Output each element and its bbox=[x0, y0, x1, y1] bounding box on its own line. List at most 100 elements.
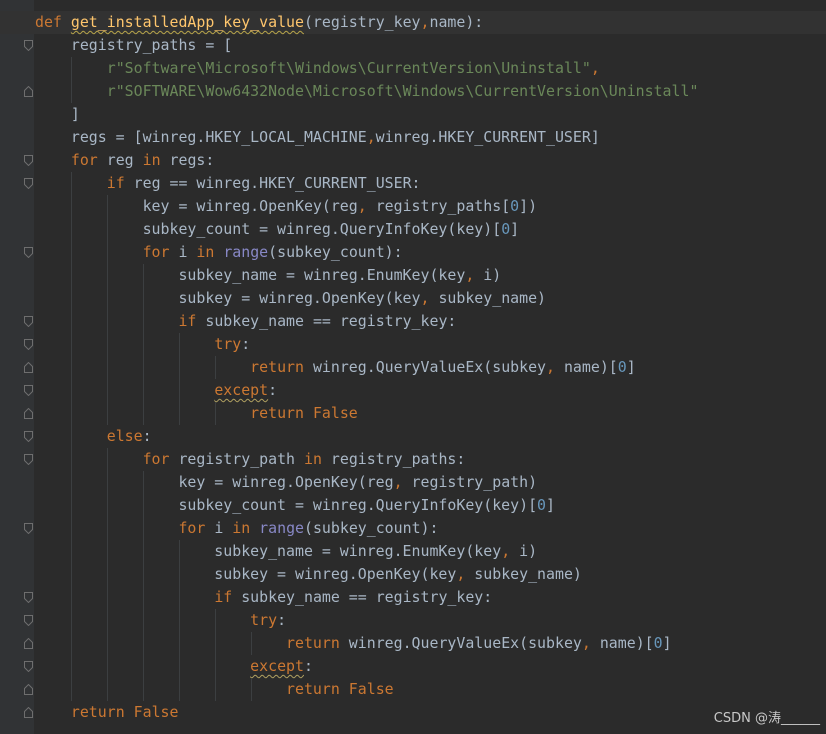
code-token: 0 bbox=[510, 197, 520, 215]
code-line[interactable]: subkey_name = winreg.EnumKey(key, i) bbox=[0, 264, 826, 287]
code-token: return bbox=[286, 634, 349, 652]
code-line[interactable]: return winreg.QueryValueEx(subkey, name)… bbox=[0, 632, 826, 655]
code-token: if bbox=[178, 312, 206, 330]
code-token: try bbox=[214, 335, 242, 353]
code-token: registry_path bbox=[178, 450, 304, 468]
code-token: for bbox=[142, 243, 179, 261]
code-token: reg == winreg.HKEY_CURRENT_USER: bbox=[133, 174, 421, 192]
code-token: , bbox=[393, 473, 412, 491]
code-line[interactable]: else: bbox=[0, 425, 826, 448]
code-token: 0 bbox=[617, 358, 627, 376]
code-token: regs = [winreg.HKEY_LOCAL_MACHINE bbox=[35, 128, 367, 146]
code-token: : bbox=[303, 657, 313, 675]
code-token: : bbox=[268, 381, 278, 399]
code-token: registry_paths[ bbox=[375, 197, 511, 215]
code-text: subkey = winreg.OpenKey(key, subkey_name… bbox=[35, 563, 582, 586]
code-token: ] bbox=[546, 496, 555, 514]
code-line[interactable]: return False bbox=[0, 678, 826, 701]
code-token: registry_paths = [ bbox=[35, 36, 233, 54]
code-token: key = winreg.OpenKey(reg bbox=[35, 197, 358, 215]
code-line[interactable]: regs = [winreg.HKEY_LOCAL_MACHINE,winreg… bbox=[0, 126, 826, 149]
code-token: ] bbox=[35, 105, 80, 123]
code-token: i bbox=[178, 243, 197, 261]
code-line[interactable]: def get_installedApp_key_value(registry_… bbox=[0, 11, 826, 34]
code-text: def get_installedApp_key_value(registry_… bbox=[35, 11, 483, 34]
code-line[interactable]: r"SOFTWARE\Wow6432Node\Microsoft\Windows… bbox=[0, 80, 826, 103]
code-token: subkey_name = winreg.EnumKey(key bbox=[35, 266, 466, 284]
code-line[interactable]: subkey_count = winreg.QueryInfoKey(key)[… bbox=[0, 494, 826, 517]
code-token: subkey_count = winreg.QueryInfoKey(key)[ bbox=[35, 496, 538, 514]
code-text: subkey_count = winreg.QueryInfoKey(key)[… bbox=[35, 494, 555, 517]
code-line[interactable]: subkey_name = winreg.EnumKey(key, i) bbox=[0, 540, 826, 563]
code-token: , bbox=[456, 565, 475, 583]
code-token: , bbox=[546, 358, 564, 376]
code-line[interactable]: return winreg.QueryValueEx(subkey, name)… bbox=[0, 356, 826, 379]
code-token: name)[ bbox=[563, 358, 618, 376]
code-text: ] bbox=[35, 103, 80, 126]
code-line[interactable]: subkey = winreg.OpenKey(key, subkey_name… bbox=[0, 563, 826, 586]
code-line[interactable]: try: bbox=[0, 609, 826, 632]
code-token: else bbox=[106, 427, 143, 445]
code-area[interactable]: def get_installedApp_key_value(registry_… bbox=[0, 11, 826, 724]
code-token: key = winreg.OpenKey(reg bbox=[35, 473, 394, 491]
code-text: key = winreg.OpenKey(reg, registry_path) bbox=[35, 471, 537, 494]
code-text: return winreg.QueryValueEx(subkey, name)… bbox=[35, 356, 636, 379]
code-line[interactable]: except: bbox=[0, 655, 826, 678]
code-line[interactable]: subkey_count = winreg.QueryInfoKey(key)[… bbox=[0, 218, 826, 241]
code-token: ] bbox=[626, 358, 636, 376]
code-text: except: bbox=[35, 655, 313, 678]
code-token: subkey_name == registry_key: bbox=[241, 588, 493, 606]
code-token: (registry_key bbox=[303, 13, 421, 31]
code-token: return bbox=[250, 404, 313, 422]
code-text: try: bbox=[35, 609, 286, 632]
code-token: r"SOFTWARE\Wow6432Node\Microsoft\Windows… bbox=[106, 82, 699, 100]
code-line[interactable]: for i in range(subkey_count): bbox=[0, 241, 826, 264]
code-line[interactable]: key = winreg.OpenKey(reg, registry_paths… bbox=[0, 195, 826, 218]
code-line[interactable]: return False bbox=[0, 402, 826, 425]
code-line[interactable]: subkey = winreg.OpenKey(key, subkey_name… bbox=[0, 287, 826, 310]
code-line[interactable]: try: bbox=[0, 333, 826, 356]
code-token: , bbox=[357, 197, 376, 215]
code-token: winreg.HKEY_CURRENT_USER] bbox=[375, 128, 600, 146]
code-editor[interactable]: def get_installedApp_key_value(registry_… bbox=[0, 0, 826, 734]
code-token: in bbox=[142, 151, 170, 169]
code-token: r"Software\Microsoft\Windows\CurrentVers… bbox=[106, 59, 591, 77]
code-text: subkey = winreg.OpenKey(key, subkey_name… bbox=[35, 287, 546, 310]
code-line[interactable]: for registry_path in registry_paths: bbox=[0, 448, 826, 471]
code-token: try bbox=[250, 611, 278, 629]
code-token: (subkey_count): bbox=[304, 519, 439, 537]
code-line[interactable]: for reg in regs: bbox=[0, 149, 826, 172]
code-token: winreg.QueryValueEx(subkey bbox=[312, 358, 547, 376]
code-line[interactable]: ] bbox=[0, 103, 826, 126]
code-line[interactable]: registry_paths = [ bbox=[0, 34, 826, 57]
code-token: for bbox=[142, 450, 179, 468]
code-text: try: bbox=[35, 333, 250, 356]
code-line[interactable]: return False bbox=[0, 701, 826, 724]
code-text: else: bbox=[35, 425, 152, 448]
code-token: 0 bbox=[537, 496, 547, 514]
code-line[interactable]: if reg == winreg.HKEY_CURRENT_USER: bbox=[0, 172, 826, 195]
code-line[interactable]: if subkey_name == registry_key: bbox=[0, 310, 826, 333]
code-line[interactable]: except: bbox=[0, 379, 826, 402]
code-token: return bbox=[286, 680, 349, 698]
code-token: in bbox=[232, 519, 260, 537]
code-text: for i in range(subkey_count): bbox=[35, 517, 438, 540]
code-token: return bbox=[70, 703, 134, 721]
code-line[interactable]: key = winreg.OpenKey(reg, registry_path) bbox=[0, 471, 826, 494]
code-text: r"SOFTWARE\Wow6432Node\Microsoft\Windows… bbox=[35, 80, 699, 103]
code-text: if reg == winreg.HKEY_CURRENT_USER: bbox=[35, 172, 421, 195]
code-token: subkey_count = winreg.QueryInfoKey(key)[ bbox=[35, 220, 502, 238]
code-token: ] bbox=[662, 634, 672, 652]
code-token: (subkey_count): bbox=[268, 243, 403, 261]
code-line[interactable]: for i in range(subkey_count): bbox=[0, 517, 826, 540]
code-line[interactable]: r"Software\Microsoft\Windows\CurrentVers… bbox=[0, 57, 826, 80]
code-token: in bbox=[303, 450, 331, 468]
code-line[interactable]: if subkey_name == registry_key: bbox=[0, 586, 826, 609]
